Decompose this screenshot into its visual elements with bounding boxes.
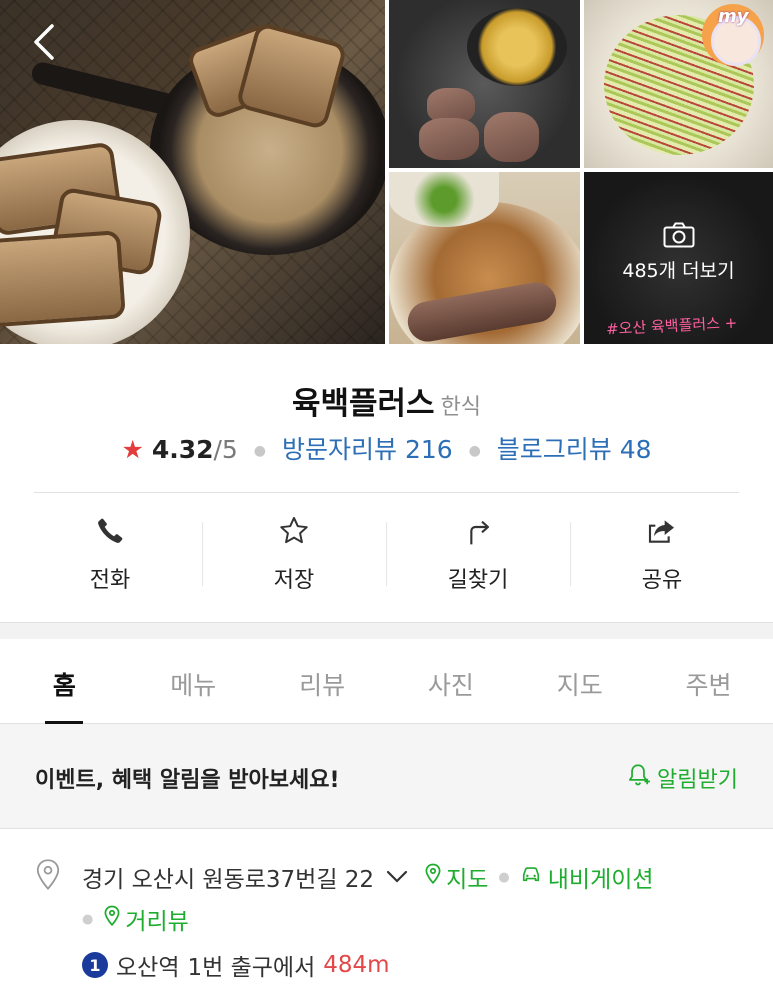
place-name: 육백플러스: [291, 386, 435, 422]
subscribe-alerts-button[interactable]: 알림받기: [625, 762, 738, 794]
street-view-label: 거리뷰: [125, 909, 189, 935]
street-view-pin-icon: [103, 905, 121, 933]
photo-more-tile[interactable]: 485개 더보기 #오산 육백플러스 +: [584, 172, 773, 344]
back-chevron-icon[interactable]: [30, 22, 60, 62]
star-filled-icon: ★: [121, 435, 144, 464]
call-label: 전화: [89, 568, 131, 593]
separator-dot: ●: [253, 443, 267, 459]
car-icon: [520, 864, 542, 890]
blog-reviews-label: 블로그리뷰: [496, 435, 612, 464]
star-outline-icon: [202, 514, 386, 548]
more-photos-label: 485개 더보기: [622, 260, 735, 282]
map-pin-icon: [424, 863, 442, 891]
rating-score: 4.32: [151, 435, 214, 464]
visitor-reviews-count: 216: [404, 435, 453, 464]
nearest-station: 1 오산역 1번 출구에서 484m: [82, 948, 390, 982]
my-profile-badge[interactable]: my: [702, 4, 764, 66]
map-link-label: 지도: [446, 867, 489, 893]
tab-reviews[interactable]: 리뷰: [258, 638, 387, 723]
rating-max: /5: [213, 435, 238, 464]
action-bar: 전화 저장 길찾기 공유: [18, 514, 754, 594]
navigation-link[interactable]: 내비게이션: [520, 860, 654, 894]
subway-line-badge: 1: [82, 952, 108, 978]
photo-gallery[interactable]: my 485개 더보기 #오산 육백플러스 +: [0, 0, 773, 344]
photo-thumb-1[interactable]: [389, 0, 580, 168]
blog-reviews-count: 48: [619, 435, 652, 464]
save-label: 저장: [273, 568, 315, 593]
station-exit: 1번 출구에서: [187, 955, 316, 981]
rating-row: ★ 4.32/5 ● 방문자리뷰 216 ● 블로그리뷰 48: [0, 430, 773, 466]
directions-icon: [386, 514, 570, 548]
phone-icon: [18, 514, 202, 548]
section-gap: [0, 622, 773, 639]
call-button[interactable]: 전화: [18, 514, 202, 594]
address-text: 경기 오산시 원동로37번길 22: [82, 867, 375, 893]
save-button[interactable]: 저장: [202, 514, 386, 594]
bell-plus-icon: [625, 762, 651, 794]
banner-text: 이벤트, 혜택 알림을 받아보세요!: [35, 768, 340, 793]
directions-button[interactable]: 길찾기: [386, 514, 570, 594]
divider: [34, 492, 739, 493]
separator-dot: ●: [82, 911, 94, 927]
visitor-reviews-label: 방문자리뷰: [281, 435, 397, 464]
station-distance: 484m: [323, 952, 390, 978]
location-pin-icon: [34, 858, 62, 896]
street-view-link[interactable]: 거리뷰: [103, 902, 189, 936]
my-badge-label: my: [718, 6, 749, 27]
share-button[interactable]: 공유: [570, 514, 754, 594]
station-name: 오산역: [116, 955, 180, 981]
address-section: 경기 오산시 원동로37번길 22 지도 ● 내비게이션 ● 거리뷰 1 오산역…: [0, 830, 773, 988]
chevron-down-icon[interactable]: [386, 870, 408, 884]
place-category: 한식: [440, 395, 482, 420]
share-icon: [570, 514, 754, 548]
separator-dot: ●: [498, 869, 510, 885]
tab-menu[interactable]: 메뉴: [129, 638, 258, 723]
subscribe-alerts-label: 알림받기: [657, 768, 738, 793]
camera-icon: [663, 222, 695, 248]
notification-banner: 이벤트, 혜택 알림을 받아보세요! 알림받기: [0, 724, 773, 829]
directions-label: 길찾기: [447, 568, 509, 593]
visitor-reviews-link[interactable]: 방문자리뷰 216: [282, 435, 453, 464]
tab-bar: 홈 메뉴 리뷰 사진 지도 주변: [0, 638, 773, 724]
map-link[interactable]: 지도: [424, 860, 488, 894]
blog-reviews-link[interactable]: 블로그리뷰 48: [497, 435, 652, 464]
navigation-link-label: 내비게이션: [547, 867, 654, 893]
tab-home[interactable]: 홈: [0, 638, 129, 724]
photo-thumb-2[interactable]: my: [584, 0, 773, 168]
tab-nearby[interactable]: 주변: [644, 638, 773, 723]
share-label: 공유: [641, 568, 683, 593]
tab-photos[interactable]: 사진: [386, 638, 515, 723]
photo-thumb-3[interactable]: [389, 172, 580, 344]
separator-dot: ●: [468, 443, 481, 459]
tab-map[interactable]: 지도: [515, 638, 644, 723]
